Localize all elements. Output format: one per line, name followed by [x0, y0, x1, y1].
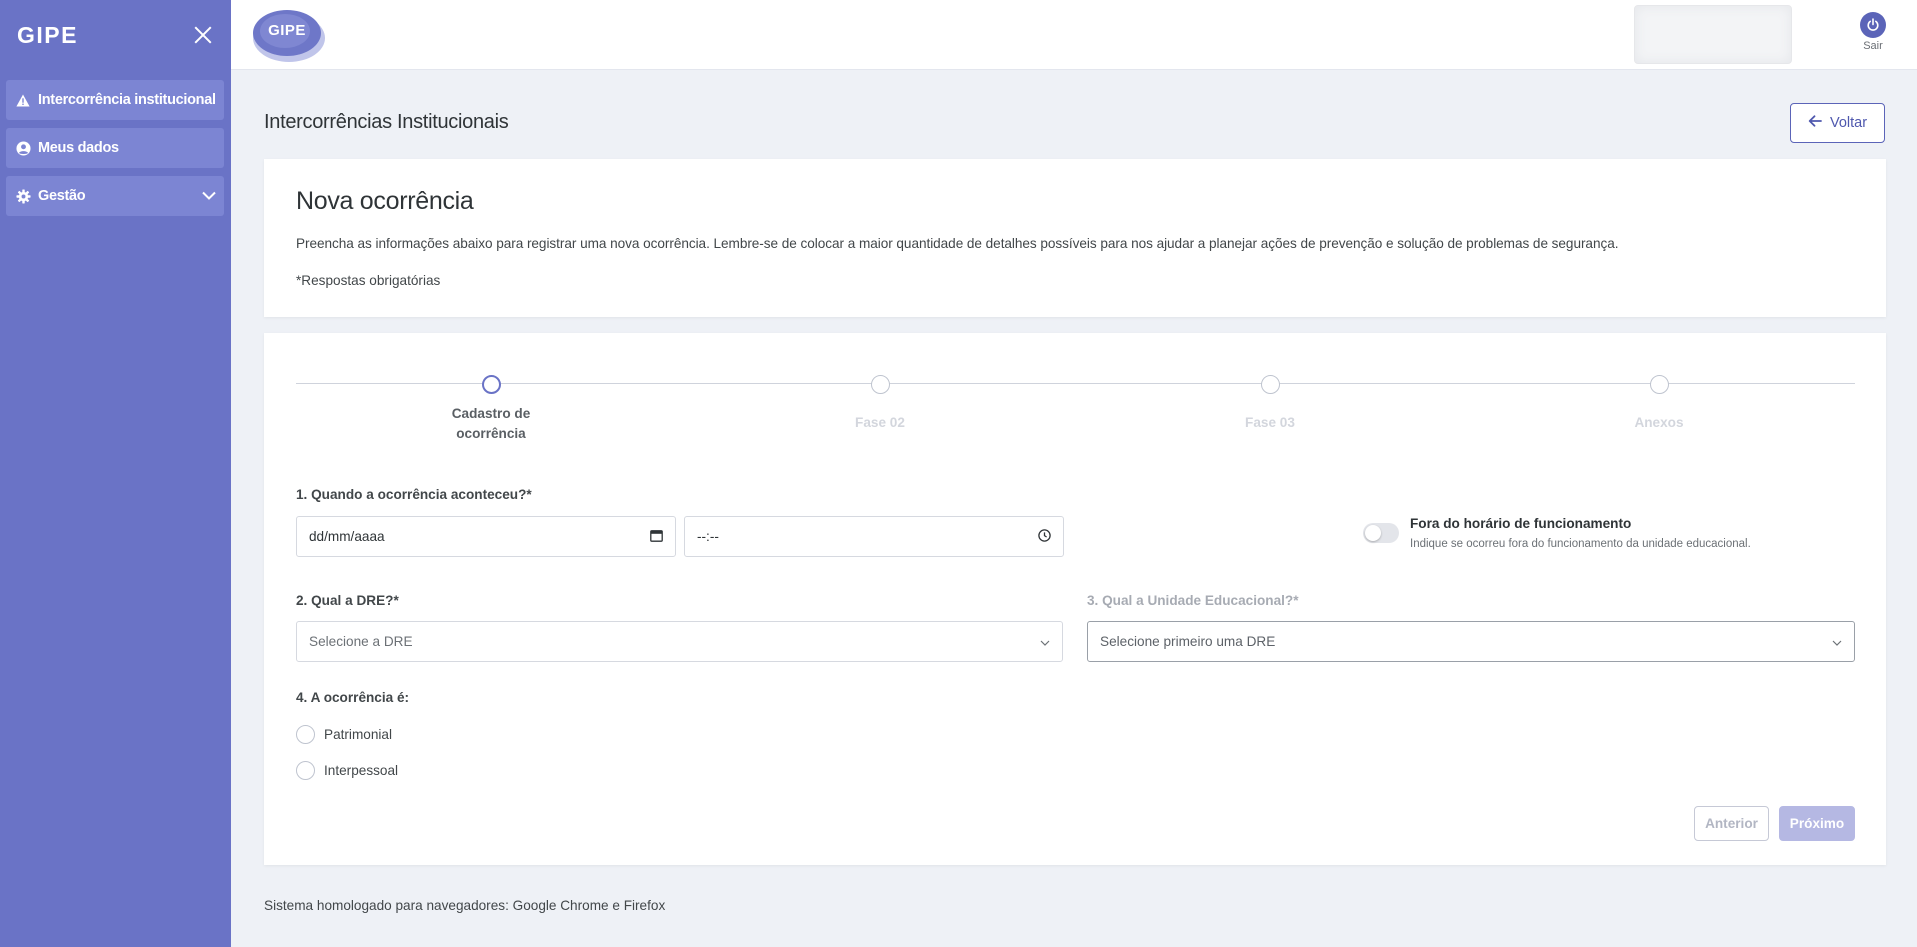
sidebar: GIPE Intercorrência institucional Meus d…	[0, 0, 231, 947]
form-card: Cadastro de ocorrência Fase 02 Fase 03 A…	[264, 333, 1886, 865]
back-button[interactable]: Voltar	[1790, 103, 1885, 143]
q4-label: 4. A ocorrência é:	[296, 690, 410, 705]
radio-circle[interactable]	[296, 761, 315, 780]
form-title: Nova ocorrência	[296, 187, 474, 215]
radio-label: Patrimonial	[324, 727, 392, 742]
logo-text: GIPE	[268, 22, 306, 39]
step-indicator	[870, 375, 890, 394]
power-icon	[1860, 12, 1886, 38]
gipe-logo: GIPE	[247, 5, 327, 63]
chevron-down-icon	[202, 188, 216, 204]
chevron-down-icon	[1040, 634, 1050, 649]
time-value: --:--	[697, 529, 719, 544]
previous-button[interactable]: Anterior	[1694, 806, 1769, 841]
step-label-line1: Cadastro de	[451, 406, 531, 421]
back-button-label: Voltar	[1829, 115, 1868, 131]
close-sidebar-icon[interactable]	[193, 25, 213, 45]
sidebar-item-label: Gestão	[38, 188, 86, 204]
sidebar-item-label: Meus dados	[38, 140, 119, 156]
footer-note: Sistema homologado para navegadores: Goo…	[264, 898, 666, 913]
form-description: Preencha as informações abaixo para regi…	[296, 236, 1619, 251]
user-info-box	[1634, 5, 1792, 64]
clock-icon	[1038, 528, 1051, 545]
calendar-icon	[650, 529, 663, 545]
radio-circle[interactable]	[296, 725, 315, 744]
q3-label: 3. Qual a Unidade Educacional?*	[1087, 593, 1299, 608]
topbar: GIPE Sair	[231, 0, 1917, 70]
sidebar-header: GIPE	[0, 0, 231, 70]
toggle-title: Fora do horário de funcionamento	[1410, 516, 1632, 531]
step-indicator	[1260, 375, 1280, 394]
radio-interpessoal[interactable]: Interpessoal	[296, 761, 398, 780]
arrow-left-icon	[1808, 115, 1822, 131]
step-fase-02: Fase 02	[800, 375, 960, 433]
step-label-line2: ocorrência	[456, 426, 526, 441]
time-input[interactable]: --:--	[684, 516, 1064, 557]
stepper: Cadastro de ocorrência Fase 02 Fase 03 A…	[296, 375, 1855, 445]
page-title: Intercorrências Institucionais	[264, 111, 509, 133]
chevron-down-icon	[1832, 634, 1842, 649]
brand-title: GIPE	[17, 21, 78, 48]
step-indicator	[481, 375, 501, 394]
step-label: Fase 03	[1245, 415, 1295, 430]
sidebar-item-meus-dados[interactable]: Meus dados	[6, 128, 224, 168]
step-label: Fase 02	[855, 415, 905, 430]
intro-card: Nova ocorrência Preencha as informações …	[264, 159, 1886, 317]
radio-patrimonial[interactable]: Patrimonial	[296, 725, 392, 744]
date-input[interactable]: dd/mm/aaaa	[296, 516, 676, 557]
gear-icon	[15, 188, 31, 204]
step-indicator	[1649, 375, 1669, 394]
next-button[interactable]: Próximo	[1779, 806, 1855, 841]
sidebar-item-label: Intercorrência institucional	[38, 92, 216, 108]
step-cadastro: Cadastro de ocorrência	[411, 375, 571, 444]
q1-label: 1. Quando a ocorrência aconteceu?*	[296, 487, 532, 502]
step-anexos: Anexos	[1579, 375, 1739, 433]
toggle-knob	[1365, 525, 1381, 541]
date-value: dd/mm/aaaa	[309, 529, 385, 544]
dre-select-value: Selecione a DRE	[309, 634, 413, 649]
logout-label: Sair	[1863, 40, 1883, 52]
sidebar-item-gestao[interactable]: Gestão	[6, 176, 224, 216]
unidade-select-value: Selecione primeiro uma DRE	[1100, 634, 1276, 649]
unidade-select[interactable]: Selecione primeiro uma DRE	[1087, 621, 1855, 662]
after-hours-toggle[interactable]	[1363, 523, 1399, 543]
user-icon	[15, 140, 31, 156]
step-label: Cadastro de ocorrência	[411, 404, 571, 444]
radio-label: Interpessoal	[324, 763, 399, 778]
step-fase-03: Fase 03	[1190, 375, 1350, 433]
required-note: *Respostas obrigatórias	[296, 273, 441, 288]
step-label: Anexos	[1634, 415, 1684, 430]
logout-button[interactable]: Sair	[1856, 12, 1890, 52]
sidebar-nav: Intercorrência institucional Meus dados …	[0, 70, 231, 216]
warning-icon	[15, 92, 31, 108]
dre-select[interactable]: Selecione a DRE	[296, 621, 1063, 662]
q2-label: 2. Qual a DRE?*	[296, 593, 399, 608]
sidebar-item-intercorrencia[interactable]: Intercorrência institucional	[6, 80, 224, 120]
toggle-hint: Indique se ocorreu fora do funcionamento…	[1410, 538, 1751, 550]
